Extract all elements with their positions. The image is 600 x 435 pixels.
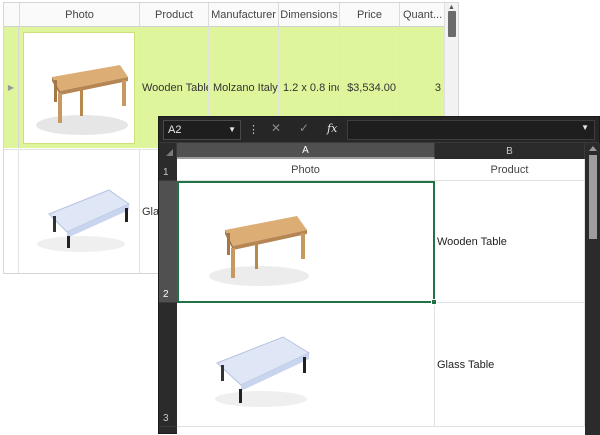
spreadsheet-window: A2 ▼ ⋮ ✕ ✓ fx ▼ A B 1 2 3 Photo Product <box>158 116 600 435</box>
cell-b2[interactable]: Wooden Table <box>435 181 585 303</box>
column-headers: A B <box>159 143 599 159</box>
name-box[interactable]: A2 ▼ <box>163 120 241 140</box>
scroll-thumb[interactable] <box>448 11 456 37</box>
select-all-triangle-icon <box>166 149 173 156</box>
scroll-up-arrow-icon[interactable] <box>589 146 597 151</box>
insert-function-icon[interactable]: fx <box>327 122 337 135</box>
glass-table-photo <box>215 335 311 407</box>
formula-input[interactable]: ▼ <box>347 120 595 140</box>
name-box-dropdown-icon[interactable]: ▼ <box>228 125 236 134</box>
grid-col-manufacturer[interactable]: Manufacturer <box>209 3 279 27</box>
formula-bar: A2 ▼ ⋮ ✕ ✓ fx ▼ <box>159 117 599 143</box>
grid-col-quantity[interactable]: Quant... <box>400 3 445 27</box>
glass-table-photo <box>37 188 131 252</box>
sheet-vertical-scrollbar[interactable] <box>585 143 600 435</box>
column-header-a[interactable]: A <box>177 143 435 159</box>
grid-header-indicator <box>4 3 20 27</box>
row-indicator <box>4 150 19 273</box>
cancel-formula-icon[interactable]: ✕ <box>271 121 281 135</box>
grid-cell-photo <box>20 27 140 148</box>
cell-grid: Photo Product Wooden Table Glass Table <box>177 159 585 435</box>
scroll-up-arrow-icon[interactable]: ▲ <box>448 4 455 11</box>
grid-col-product[interactable]: Product <box>140 3 209 27</box>
grid-col-photo[interactable]: Photo <box>20 3 140 27</box>
formula-expand-icon[interactable]: ▼ <box>581 123 589 132</box>
active-cell-selection <box>177 181 435 303</box>
grid-col-price[interactable]: Price <box>340 3 400 27</box>
row-header-1[interactable]: 1 <box>159 159 177 181</box>
row-header-3[interactable]: 3 <box>159 303 177 427</box>
name-box-value: A2 <box>168 124 182 136</box>
enter-formula-icon[interactable]: ✓ <box>299 121 309 135</box>
cell-b3[interactable]: Glass Table <box>435 303 585 427</box>
cell-a1[interactable]: Photo <box>177 159 435 181</box>
row-indicator-arrow-icon: ▶ <box>4 27 19 148</box>
column-header-b[interactable]: B <box>435 143 585 159</box>
cell-a3[interactable] <box>177 303 435 427</box>
formula-menu-icon[interactable]: ⋮ <box>248 123 259 136</box>
grid-col-dimensions[interactable]: Dimensions <box>279 3 340 27</box>
wooden-table-photo <box>23 31 135 144</box>
grid-cell-photo <box>20 150 140 273</box>
scroll-thumb[interactable] <box>589 155 597 239</box>
cell-b1[interactable]: Product <box>435 159 585 181</box>
fill-handle[interactable] <box>431 299 437 305</box>
grid-header-row: Photo Product Manufacturer Dimensions Pr… <box>4 3 458 27</box>
row-header-2[interactable]: 2 <box>159 181 177 303</box>
select-all-corner[interactable] <box>159 143 177 159</box>
